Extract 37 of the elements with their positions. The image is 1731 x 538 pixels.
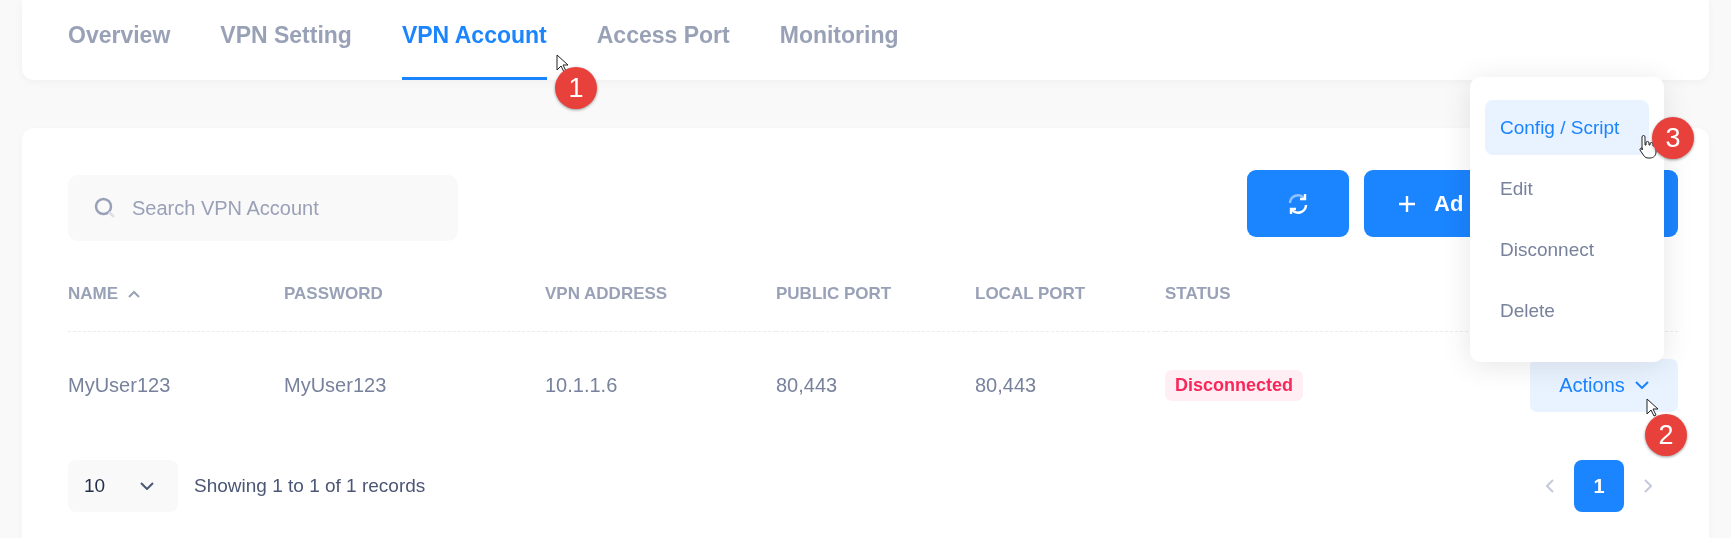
tab[interactable]: Overview xyxy=(68,0,171,80)
table-cell: 80,443 xyxy=(975,373,1037,397)
status-badge: Disconnected xyxy=(1165,369,1304,401)
table-cell: MyUser123 xyxy=(284,373,387,397)
table-cell: MyUser123 xyxy=(68,373,171,397)
tab[interactable]: VPN Setting xyxy=(220,0,352,80)
search-icon xyxy=(94,197,116,219)
menu-item[interactable]: Edit xyxy=(1485,161,1649,217)
tab[interactable]: Access Port xyxy=(596,0,730,80)
actions-button[interactable]: Actions xyxy=(1530,358,1678,412)
hand-cursor-icon xyxy=(1636,135,1658,161)
chevron-down-icon xyxy=(140,482,154,490)
step-badge: 1 xyxy=(555,67,597,109)
menu-item[interactable]: Delete xyxy=(1485,283,1649,339)
refresh-button[interactable] xyxy=(1247,170,1349,237)
table-cell: 10.1.1.6 xyxy=(545,373,618,397)
refresh-icon xyxy=(1286,191,1310,216)
menu-item[interactable]: Disconnect xyxy=(1485,222,1649,278)
chevron-down-icon xyxy=(1634,381,1649,389)
column-header[interactable]: PUBLIC PORT xyxy=(776,284,892,304)
chevron-left-icon xyxy=(1546,479,1554,493)
search-field[interactable]: Search VPN Account xyxy=(68,175,458,241)
menu-item[interactable]: Config / Script xyxy=(1485,100,1649,156)
table-cell: 80,443 xyxy=(776,373,838,397)
chevron-right-icon xyxy=(1644,479,1652,493)
column-header[interactable]: LOCAL PORT xyxy=(975,284,1086,304)
page-button[interactable]: 1 xyxy=(1574,460,1624,512)
page-size-select[interactable]: 10 xyxy=(68,460,178,512)
column-header[interactable]: PASSWORD xyxy=(284,284,383,304)
column-header[interactable]: NAME xyxy=(68,284,119,304)
column-header[interactable]: STATUS xyxy=(1165,284,1231,304)
search-input[interactable]: Search VPN Account xyxy=(130,195,454,221)
records-summary: Showing 1 to 1 of 1 records xyxy=(194,475,426,497)
plus-icon xyxy=(1398,194,1416,213)
tab[interactable]: Monitoring xyxy=(779,0,899,80)
column-header[interactable]: VPN ADDRESS xyxy=(545,284,668,304)
tab[interactable]: VPN Account xyxy=(401,0,547,80)
